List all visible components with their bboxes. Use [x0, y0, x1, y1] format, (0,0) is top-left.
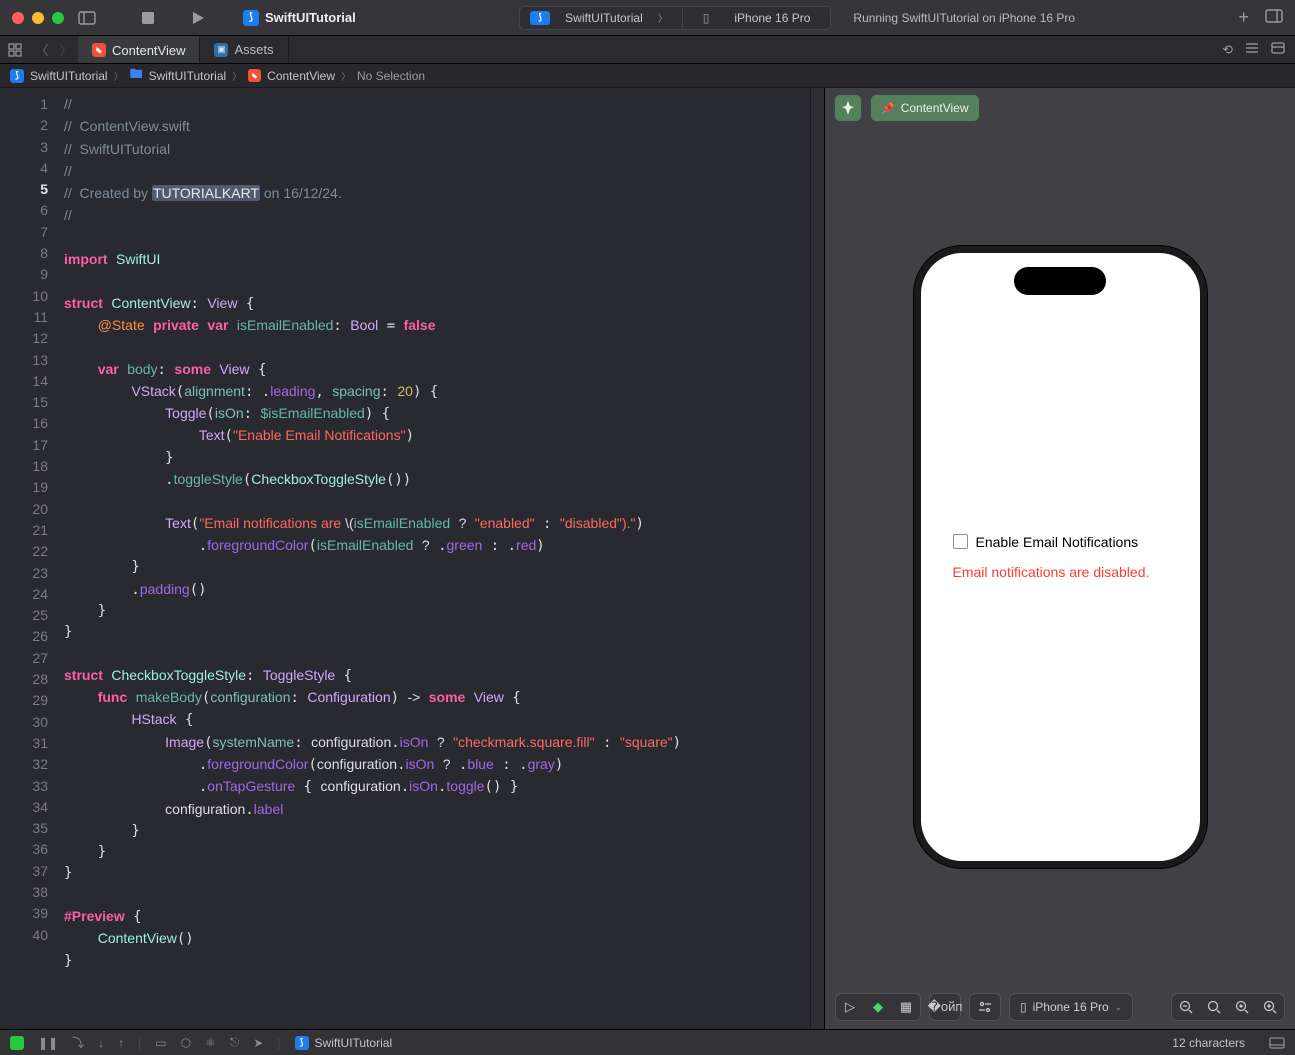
- chevron-right-icon: 〉: [232, 68, 242, 83]
- source-editor[interactable]: 1234567891011121314151617181920212223242…: [0, 88, 824, 1029]
- preview-device-selector[interactable]: ▯ iPhone 16 Pro ⌄: [1009, 993, 1133, 1021]
- app-content: Enable Email Notifications Email notific…: [921, 253, 1200, 861]
- step-over-button[interactable]: ⤵: [72, 1034, 84, 1051]
- selectable-preview-button[interactable]: ◆: [864, 999, 892, 1015]
- zoom-out-button[interactable]: [1172, 1000, 1200, 1014]
- project-icon: ⟆: [295, 1036, 309, 1050]
- device-icon: ▯: [1020, 1000, 1027, 1014]
- device-frame: Enable Email Notifications Email notific…: [914, 246, 1207, 868]
- editor-scrollbar[interactable]: [810, 88, 824, 1029]
- breadcrumb-project[interactable]: SwiftUITutorial: [30, 69, 108, 83]
- project-icon: ⟆: [10, 69, 24, 83]
- window-titlebar: ⟆ SwiftUITutorial ⟆SwiftUITutorial〉 ▯iPh…: [0, 0, 1295, 36]
- project-title-label: SwiftUITutorial: [265, 10, 356, 25]
- checkbox-icon[interactable]: [953, 534, 968, 549]
- project-title: ⟆ SwiftUITutorial: [243, 10, 356, 26]
- zoom-window-button[interactable]: [52, 12, 64, 24]
- preview-canvas: 📌 ContentView Enable Email Notifications…: [824, 88, 1295, 1029]
- adjust-editor-icon[interactable]: [1271, 42, 1285, 57]
- device-settings-button[interactable]: [969, 993, 1001, 1021]
- forward-button[interactable]: 〉: [54, 40, 78, 59]
- back-button[interactable]: 〈: [30, 40, 54, 59]
- device-icon: ▯: [693, 7, 720, 29]
- related-items-icon[interactable]: [0, 36, 30, 63]
- line-number-gutter: 1234567891011121314151617181920212223242…: [0, 88, 58, 1029]
- editor-options-icon[interactable]: [1245, 42, 1259, 57]
- stop-button[interactable]: [142, 12, 154, 24]
- debug-view-button[interactable]: ▭: [155, 1036, 166, 1050]
- toggle-debug-area-icon[interactable]: [1269, 1037, 1285, 1049]
- scheme-device-label: iPhone 16 Pro: [724, 7, 820, 29]
- tab-label: Assets: [234, 42, 273, 57]
- zoom-fit-button[interactable]: [1228, 1000, 1256, 1014]
- debug-bar: ❚❚ ⤵ ↓ ↑ | ▭ ⬡ ⚛ ⎋ ➤ | ⟆ SwiftUITutorial…: [0, 1029, 1295, 1055]
- step-into-button[interactable]: ↓: [98, 1036, 104, 1050]
- preview-viewport[interactable]: Enable Email Notifications Email notific…: [825, 128, 1295, 985]
- code-area[interactable]: // // ContentView.swift // SwiftUITutori…: [58, 88, 824, 1029]
- settings-icon: [970, 1000, 1000, 1014]
- debug-process-label: SwiftUITutorial: [315, 1036, 393, 1050]
- chevron-right-icon: 〉: [341, 68, 351, 83]
- refresh-preview-icon[interactable]: ⟲: [1222, 42, 1233, 58]
- email-status-text: Email notifications are disabled.: [953, 564, 1150, 580]
- step-out-button[interactable]: ↑: [118, 1036, 124, 1050]
- run-button[interactable]: [192, 11, 205, 25]
- chevron-right-icon: 〉: [114, 68, 124, 83]
- chevron-right-icon: 〉: [658, 7, 672, 29]
- add-tab-icon[interactable]: +: [1238, 7, 1249, 28]
- traffic-lights: [12, 12, 64, 24]
- breadcrumb-file[interactable]: ContentView: [267, 69, 335, 83]
- zoom-in-button[interactable]: [1256, 1000, 1284, 1014]
- tab-label: ContentView: [112, 43, 185, 58]
- toggle-inspector-icon[interactable]: [1265, 9, 1283, 26]
- live-preview-button[interactable]: ▷: [836, 999, 864, 1015]
- chevron-down-icon: ⌄: [1115, 1002, 1123, 1013]
- project-icon: ⟆: [243, 10, 259, 26]
- close-window-button[interactable]: [12, 12, 24, 24]
- device-label: iPhone 16 Pro: [1033, 1000, 1109, 1014]
- history-nav: 〈 〉: [30, 36, 78, 63]
- swift-file-icon: [248, 69, 261, 82]
- debug-process[interactable]: ⟆ SwiftUITutorial: [295, 1036, 393, 1050]
- scheme-app-icon: ⟆: [530, 11, 550, 25]
- swift-file-icon: [92, 43, 106, 57]
- email-toggle-row[interactable]: Enable Email Notifications: [953, 534, 1139, 550]
- tab-assets[interactable]: ▣ Assets: [200, 36, 288, 63]
- breadcrumb-selection[interactable]: No Selection: [357, 69, 425, 83]
- preview-chip-label: ContentView: [901, 101, 969, 115]
- preview-bottom-bar: ▷ ◆ ▦ �ойп ▯ iPhone 16 Pro ⌄: [825, 985, 1295, 1029]
- main-split: 1234567891011121314151617181920212223242…: [0, 88, 1295, 1029]
- zoom-cluster: [1171, 993, 1285, 1021]
- device-settings-button[interactable]: �ойп: [929, 993, 961, 1021]
- preview-mode-cluster: ▷ ◆ ▦: [835, 993, 921, 1021]
- memory-graph-button[interactable]: ⬡: [181, 1036, 191, 1050]
- breadcrumb-folder[interactable]: SwiftUITutorial: [149, 69, 227, 83]
- selection-count-label: 12 characters: [1172, 1036, 1245, 1050]
- assets-icon: ▣: [214, 43, 228, 57]
- preview-toolbar: 📌 ContentView: [825, 88, 1295, 128]
- env-overrides-button[interactable]: ⚛: [205, 1036, 216, 1050]
- sliders-icon: �ойп: [930, 999, 960, 1015]
- location-button[interactable]: ➤: [253, 1036, 263, 1050]
- zoom-actual-button[interactable]: [1200, 1000, 1228, 1014]
- pin-preview-button[interactable]: [835, 95, 861, 121]
- simulate-location-button[interactable]: ⎋: [230, 1035, 240, 1050]
- tab-contentview[interactable]: ContentView: [78, 36, 200, 63]
- pin-icon: 📌: [881, 102, 895, 115]
- preview-target-chip[interactable]: 📌 ContentView: [871, 95, 979, 121]
- editor-tab-bar: 〈 〉 ContentView ▣ Assets ⟲: [0, 36, 1295, 64]
- jump-bar[interactable]: ⟆ SwiftUITutorial 〉 🖿 SwiftUITutorial 〉 …: [0, 64, 1295, 88]
- activity-indicator: [10, 1036, 24, 1050]
- toggle-label: Enable Email Notifications: [976, 534, 1139, 550]
- scheme-app-label: SwiftUITutorial: [555, 7, 653, 29]
- build-status-label: Running SwiftUITutorial on iPhone 16 Pro: [853, 11, 1075, 25]
- toggle-navigator-icon[interactable]: [78, 11, 96, 25]
- folder-icon: 🖿: [130, 65, 143, 87]
- variants-button[interactable]: ▦: [892, 999, 920, 1015]
- pause-button[interactable]: ❚❚: [38, 1036, 58, 1050]
- minimize-window-button[interactable]: [32, 12, 44, 24]
- scheme-selector[interactable]: ⟆ SwiftUITutorial〉 ▯iPhone 16 Pro: [519, 6, 831, 30]
